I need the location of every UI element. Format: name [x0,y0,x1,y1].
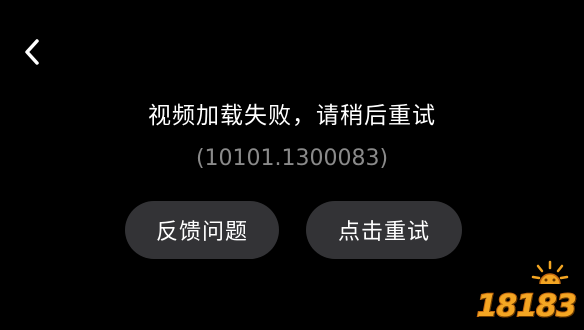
watermark-logo: 18183 [466,258,578,325]
report-issue-button[interactable]: 反馈问题 [125,201,279,259]
error-message: 视频加载失败，请稍后重试 [148,103,436,129]
chevron-left-icon [25,39,39,65]
watermark-text: 18183 [476,288,578,325]
retry-button[interactable]: 点击重试 [306,201,462,259]
video-error-screen: 视频加载失败，请稍后重试 (10101.1300083) 反馈问题 点击重试 1… [0,0,584,330]
back-button[interactable] [14,32,50,72]
error-code: (10101.1300083) [195,146,389,171]
